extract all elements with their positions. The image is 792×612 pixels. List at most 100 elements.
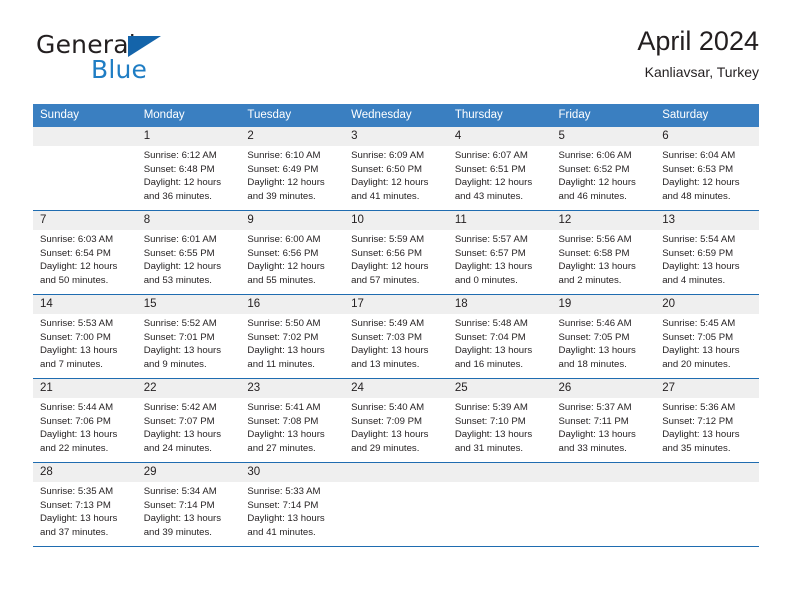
weekday-header-friday: Friday [551,104,656,127]
calendar-week-row: 28 Sunrise: 5:35 AM Sunset: 7:13 PM Dayligh… [33,462,759,546]
calendar-day-cell[interactable]: 19 Sunrise: 5:46 AM Sunset: 7:05 PM Dayligh… [551,294,656,379]
calendar-day-cell[interactable]: 25 Sunrise: 5:39 AM Sunset: 7:10 PM Dayligh… [447,378,552,463]
sunset-text: Sunset: 6:50 PM [351,163,423,175]
daylight-text-line1: Daylight: 13 hours [351,345,429,357]
calendar-day-cell[interactable]: 24 Sunrise: 5:40 AM Sunset: 7:09 PM Dayligh… [344,378,448,463]
day-number: 25 [447,379,552,398]
calendar-day-cell[interactable]: 2 Sunrise: 6:10 AM Sunset: 6:49 PM Daylight… [240,127,345,211]
day-sun-info: Sunrise: 5:56 AM Sunset: 6:58 PM Daylight:… [552,230,656,287]
sunset-text: Sunset: 7:06 PM [40,415,111,427]
daylight-text-line1: Daylight: 13 hours [247,429,325,441]
day-number: 8 [136,211,241,230]
sunset-text: Sunset: 6:49 PM [247,163,319,175]
daylight-text-line1: Daylight: 12 hours [40,261,118,273]
calendar-day-cell[interactable]: 3 Sunrise: 6:09 AM Sunset: 6:50 PM Daylight… [344,127,448,211]
day-sun-info: Sunrise: 5:54 AM Sunset: 6:59 PM Daylight:… [655,230,759,287]
sunset-text: Sunset: 7:10 PM [454,415,526,427]
calendar-day-cell[interactable]: 1 Sunrise: 6:12 AM Sunset: 6:48 PM Daylight… [136,127,241,211]
calendar-day-cell[interactable]: 14 Sunrise: 5:53 AM Sunset: 7:00 PM Dayligh… [33,294,137,379]
calendar-day-cell[interactable]: 15 Sunrise: 5:52 AM Sunset: 7:01 PM Dayligh… [136,294,241,379]
day-sun-info: Sunrise: 5:57 AM Sunset: 6:57 PM Daylight:… [448,230,552,287]
daylight-text-line1: Daylight: 13 hours [662,261,740,273]
calendar-bottom-rule [33,546,759,547]
sunrise-text: Sunrise: 6:03 AM [40,234,114,245]
sunrise-text: Sunrise: 6:01 AM [143,234,217,245]
page-title: April 2024 [637,26,759,56]
calendar-day-cell[interactable]: 23 Sunrise: 5:41 AM Sunset: 7:08 PM Dayligh… [240,378,345,463]
calendar-day-cell[interactable]: 20 Sunrise: 5:45 AM Sunset: 7:05 PM Dayligh… [655,294,759,379]
calendar-day-cell[interactable]: 12 Sunrise: 5:56 AM Sunset: 6:58 PM Dayligh… [551,210,656,295]
calendar-day-cell[interactable]: 9 Sunrise: 6:00 AM Sunset: 6:56 PM Daylight… [240,210,345,295]
sunrise-text: Sunrise: 6:07 AM [454,150,528,161]
calendar-day-cell[interactable]: 8 Sunrise: 6:01 AM Sunset: 6:55 PM Daylight… [136,210,241,295]
daylight-text-line2: and 20 minutes. [662,358,731,370]
calendar-day-cell[interactable]: 29 Sunrise: 5:34 AM Sunset: 7:14 PM Dayligh… [136,462,241,546]
daylight-text-line2: and 41 minutes. [351,190,420,202]
calendar-day-cell[interactable]: 30 Sunrise: 5:33 AM Sunset: 7:14 PM Dayligh… [240,462,345,546]
calendar-day-cell[interactable]: 18 Sunrise: 5:48 AM Sunset: 7:04 PM Dayligh… [447,294,552,379]
calendar-day-cell[interactable]: 22 Sunrise: 5:42 AM Sunset: 7:07 PM Dayligh… [136,378,241,463]
day-number [551,463,656,482]
day-sun-info: Sunrise: 5:45 AM Sunset: 7:05 PM Daylight:… [655,314,759,371]
sunrise-text: Sunrise: 6:10 AM [247,150,321,161]
daylight-text-line1: Daylight: 13 hours [143,429,222,441]
sunset-text: Sunset: 6:52 PM [558,163,630,175]
day-sun-info: Sunrise: 6:10 AM Sunset: 6:49 PM Daylight:… [240,146,344,203]
sunset-text: Sunset: 6:56 PM [351,247,423,259]
daylight-text-line2: and 39 minutes. [143,526,212,538]
daylight-text-line2: and 36 minutes. [143,190,212,202]
sunrise-text: Sunrise: 5:53 AM [40,318,114,329]
day-sun-info: Sunrise: 5:46 AM Sunset: 7:05 PM Daylight:… [552,314,656,371]
daylight-text-line2: and 37 minutes. [40,526,109,538]
calendar-day-cell[interactable]: 21 Sunrise: 5:44 AM Sunset: 7:06 PM Dayligh… [33,378,137,463]
day-sun-info: Sunrise: 5:37 AM Sunset: 7:11 PM Daylight:… [552,398,656,455]
day-sun-info: Sunrise: 5:41 AM Sunset: 7:08 PM Daylight:… [240,398,344,455]
sunrise-text: Sunrise: 5:34 AM [143,486,217,497]
day-number: 9 [240,211,345,230]
day-number: 16 [240,295,345,314]
calendar-day-cell[interactable]: 16 Sunrise: 5:50 AM Sunset: 7:02 PM Dayligh… [240,294,345,379]
calendar-day-cell[interactable]: 6 Sunrise: 6:04 AM Sunset: 6:53 PM Daylight… [655,127,759,211]
day-sun-info: Sunrise: 5:50 AM Sunset: 7:02 PM Daylight:… [240,314,344,371]
daylight-text-line2: and 43 minutes. [454,190,524,202]
day-number: 12 [551,211,656,230]
calendar-day-cell[interactable]: 28 Sunrise: 5:35 AM Sunset: 7:13 PM Dayligh… [33,462,137,546]
calendar-day-cell[interactable]: 13 Sunrise: 5:54 AM Sunset: 6:59 PM Dayligh… [655,210,759,295]
daylight-text-line2: and 27 minutes. [247,442,316,454]
sunrise-text: Sunrise: 6:09 AM [351,150,425,161]
daylight-text-line1: Daylight: 13 hours [454,345,533,357]
calendar-day-cell[interactable]: 11 Sunrise: 5:57 AM Sunset: 6:57 PM Dayligh… [447,210,552,295]
daylight-text-line1: Daylight: 13 hours [454,429,533,441]
sunset-text: Sunset: 6:57 PM [454,247,526,259]
sunset-text: Sunset: 7:05 PM [662,331,734,343]
sunset-text: Sunset: 7:14 PM [247,499,319,511]
daylight-text-line1: Daylight: 13 hours [143,513,222,525]
day-sun-info: Sunrise: 6:12 AM Sunset: 6:48 PM Daylight:… [137,146,241,203]
day-sun-info: Sunrise: 5:44 AM Sunset: 7:06 PM Daylight:… [33,398,137,455]
daylight-text-line1: Daylight: 13 hours [558,429,636,441]
calendar-day-cell[interactable]: 5 Sunrise: 6:06 AM Sunset: 6:52 PM Daylight… [551,127,656,211]
calendar-day-cell[interactable]: 7 Sunrise: 6:03 AM Sunset: 6:54 PM Daylight… [33,210,137,295]
daylight-text-line2: and 18 minutes. [558,358,627,370]
sunset-text: Sunset: 6:59 PM [662,247,734,259]
calendar-day-cell[interactable]: 10 Sunrise: 5:59 AM Sunset: 6:56 PM Dayligh… [344,210,448,295]
daylight-text-line1: Daylight: 13 hours [454,261,533,273]
day-sun-info: Sunrise: 6:03 AM Sunset: 6:54 PM Daylight:… [33,230,137,287]
day-number: 19 [551,295,656,314]
calendar-week-row: 1 Sunrise: 6:12 AM Sunset: 6:48 PM Daylight… [33,127,759,211]
day-sun-info: Sunrise: 6:06 AM Sunset: 6:52 PM Daylight:… [552,146,656,203]
sunrise-text: Sunrise: 5:49 AM [351,318,425,329]
daylight-text-line1: Daylight: 12 hours [662,177,740,189]
calendar-day-cell[interactable]: 26 Sunrise: 5:37 AM Sunset: 7:11 PM Dayligh… [551,378,656,463]
day-number: 2 [240,127,345,146]
sunrise-text: Sunrise: 6:06 AM [558,150,632,161]
calendar-day-cell[interactable]: 4 Sunrise: 6:07 AM Sunset: 6:51 PM Daylight… [447,127,552,211]
daylight-text-line2: and 39 minutes. [247,190,316,202]
general-blue-logo[interactable]: General Blue [33,32,253,90]
day-number: 26 [551,379,656,398]
daylight-text-line2: and 53 minutes. [143,274,212,286]
location-subtitle: Kanliavsar, Turkey [644,64,759,81]
calendar-day-cell[interactable]: 17 Sunrise: 5:49 AM Sunset: 7:03 PM Dayligh… [344,294,448,379]
day-sun-info: Sunrise: 5:48 AM Sunset: 7:04 PM Daylight:… [448,314,552,371]
calendar-day-cell[interactable]: 27 Sunrise: 5:36 AM Sunset: 7:12 PM Dayligh… [655,378,759,463]
